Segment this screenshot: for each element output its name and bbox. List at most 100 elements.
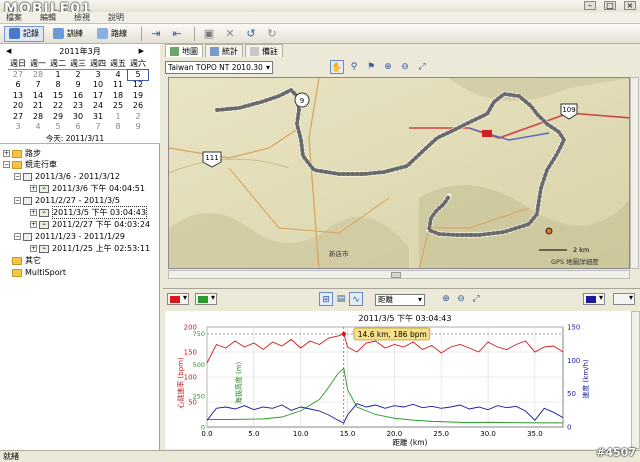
calendar-day[interactable]: 5 xyxy=(127,68,149,81)
calendar-day[interactable]: 22 xyxy=(48,101,68,112)
calendar-day[interactable]: 30 xyxy=(68,112,88,123)
x-axis-select[interactable]: 距離 xyxy=(375,294,425,306)
delete-icon[interactable]: ✕ xyxy=(221,26,239,42)
speed-color-button[interactable] xyxy=(583,293,605,305)
expand-icon[interactable]: + xyxy=(3,150,10,157)
calendar-day[interactable]: 19 xyxy=(128,91,148,102)
close-icon[interactable]: × xyxy=(624,1,636,10)
calendar-day[interactable]: 7 xyxy=(28,80,48,91)
extra-series-button[interactable] xyxy=(613,293,635,305)
tree-node-other[interactable]: 其它 xyxy=(12,255,41,266)
calendar-day[interactable]: 3 xyxy=(88,70,108,81)
tab-routes[interactable]: 路線 xyxy=(92,26,132,42)
calendar-day[interactable]: 1 xyxy=(48,70,68,81)
tree-node-week[interactable]: − 2011/3/6 - 2011/3/12 xyxy=(14,171,120,182)
tree-node-week[interactable]: − 2011/1/23 - 2011/1/29 xyxy=(14,231,125,242)
calendar-day[interactable]: 29 xyxy=(48,112,68,123)
export-icon[interactable]: ⇤ xyxy=(168,26,186,42)
expand-icon[interactable]: + xyxy=(30,185,37,192)
tree-node-cycling[interactable]: − 競走行車 xyxy=(3,159,57,170)
minimize-icon[interactable]: – xyxy=(584,1,596,10)
scroll-thumb[interactable] xyxy=(391,272,401,278)
calendar-day[interactable]: 27 xyxy=(8,70,28,81)
calendar-day[interactable]: 4 xyxy=(28,122,48,133)
redo-icon[interactable]: ↻ xyxy=(263,26,281,42)
zoom-in-icon[interactable]: ⊕ xyxy=(439,292,453,306)
calendar-day[interactable]: 2 xyxy=(128,112,148,123)
undo-icon[interactable]: ↺ xyxy=(242,26,260,42)
zoom-in-icon[interactable]: ⊕ xyxy=(381,60,395,74)
calendar-day[interactable]: 14 xyxy=(28,91,48,102)
calendar-day[interactable]: 4 xyxy=(108,70,128,81)
tree-node-running[interactable]: + 路步 xyxy=(3,148,41,159)
calendar-day[interactable]: 1 xyxy=(108,112,128,123)
collapse-icon[interactable]: − xyxy=(3,161,10,168)
calendar-day[interactable]: 12 xyxy=(128,80,148,91)
map-view[interactable]: 9 111 109 新店市 2 km GPS 地圖詳細度 xyxy=(168,77,630,269)
calendar-day[interactable]: 6 xyxy=(68,122,88,133)
import-icon[interactable]: ⇥ xyxy=(147,26,165,42)
tree-node-activity[interactable]: + ⌁ 2011/3/6 下午 04:04:51 xyxy=(30,183,145,194)
calendar-day[interactable]: 21 xyxy=(28,101,48,112)
zoom-out-icon[interactable]: ⊖ xyxy=(454,292,468,306)
calendar-day[interactable]: 3 xyxy=(8,122,28,133)
tab-training[interactable]: 訓練 xyxy=(48,26,88,42)
chart-vertical-scrollbar[interactable] xyxy=(631,311,640,449)
calendar-day[interactable]: 9 xyxy=(128,122,148,133)
zoom-icon[interactable]: ⚲ xyxy=(347,60,361,74)
calendar-day[interactable]: 9 xyxy=(68,80,88,91)
calendar-day[interactable]: 16 xyxy=(68,91,88,102)
tree-node-activity[interactable]: + ⌁ 2011/1/25 上午 02:53:11 xyxy=(30,243,150,254)
maximize-icon[interactable]: □ xyxy=(604,1,616,10)
fit-extent-icon[interactable]: ⤢ xyxy=(469,292,483,306)
calendar-day[interactable]: 10 xyxy=(88,80,108,91)
tab-notes[interactable]: 備註 xyxy=(245,44,283,57)
tab-map[interactable]: 地圖 xyxy=(165,44,203,57)
calendar-day[interactable]: 11 xyxy=(108,80,128,91)
expand-icon[interactable]: + xyxy=(30,221,37,228)
elevation-color-button[interactable] xyxy=(195,293,217,305)
collapse-icon[interactable]: − xyxy=(14,233,21,240)
tree-node-activity-selected[interactable]: + ⌁ 2011/3/5 下午 03:04:43 xyxy=(30,206,147,219)
pan-hand-icon[interactable]: ✋ xyxy=(330,60,344,74)
expand-icon[interactable]: + xyxy=(30,245,37,252)
calendar-day[interactable]: 23 xyxy=(68,101,88,112)
calendar-today[interactable]: 今天: 2011/3/11 xyxy=(0,133,150,144)
calendar-day[interactable]: 25 xyxy=(108,101,128,112)
calendar-day[interactable]: 26 xyxy=(128,101,148,112)
activity-chart[interactable]: 2011/3/5 下午 03:04:43 0.0 5.0 10.0 15.0 20.0 2… xyxy=(165,311,631,449)
calendar-day[interactable]: 27 xyxy=(8,112,28,123)
zoom-out-icon[interactable]: ⊖ xyxy=(398,60,412,74)
track-end-marker[interactable] xyxy=(545,227,553,235)
calendar-day[interactable]: 6 xyxy=(8,80,28,91)
flag-icon[interactable]: ⚑ xyxy=(364,60,378,74)
tree-node-multisport[interactable]: MultiSport xyxy=(12,267,66,278)
calendar-day[interactable]: 17 xyxy=(88,91,108,102)
calendar-day[interactable]: 2 xyxy=(68,70,88,81)
menu-edit[interactable]: 編輯 xyxy=(40,12,56,23)
menu-help[interactable]: 說明 xyxy=(108,12,124,23)
collapse-icon[interactable]: − xyxy=(14,173,21,180)
hr-color-button[interactable] xyxy=(167,293,189,305)
calendar-day[interactable]: 5 xyxy=(48,122,68,133)
collapse-icon[interactable]: − xyxy=(14,197,21,204)
tree-node-activity[interactable]: + ⌁ 2011/2/27 下午 04:03:24 xyxy=(30,219,150,230)
calendar-day[interactable]: 8 xyxy=(108,122,128,133)
calendar-day[interactable]: 24 xyxy=(88,101,108,112)
chart-line-view-icon[interactable]: ∿ xyxy=(349,292,363,306)
calendar-day[interactable]: 28 xyxy=(28,112,48,123)
calendar-next-icon[interactable]: ▶ xyxy=(139,47,144,55)
tab-stats[interactable]: 統計 xyxy=(205,44,243,57)
calendar-day[interactable]: 28 xyxy=(28,70,48,81)
chart-stack-view-icon[interactable]: ▤ xyxy=(334,292,348,306)
tree-node-week[interactable]: − 2011/2/27 - 2011/3/5 xyxy=(14,195,120,206)
map-product-select[interactable]: Taiwan TOPO NT 2010.30 xyxy=(165,60,273,74)
calendar-day[interactable]: 13 xyxy=(8,91,28,102)
map-horizontal-scrollbar[interactable] xyxy=(168,270,630,279)
calendar-day[interactable]: 15 xyxy=(48,91,68,102)
fit-extent-icon[interactable]: ⤢ xyxy=(415,60,429,74)
calendar-day[interactable]: 31 xyxy=(88,112,108,123)
menu-file[interactable]: 檔案 xyxy=(6,12,22,23)
calendar-day[interactable]: 18 xyxy=(108,91,128,102)
calendar-day[interactable]: 7 xyxy=(88,122,108,133)
